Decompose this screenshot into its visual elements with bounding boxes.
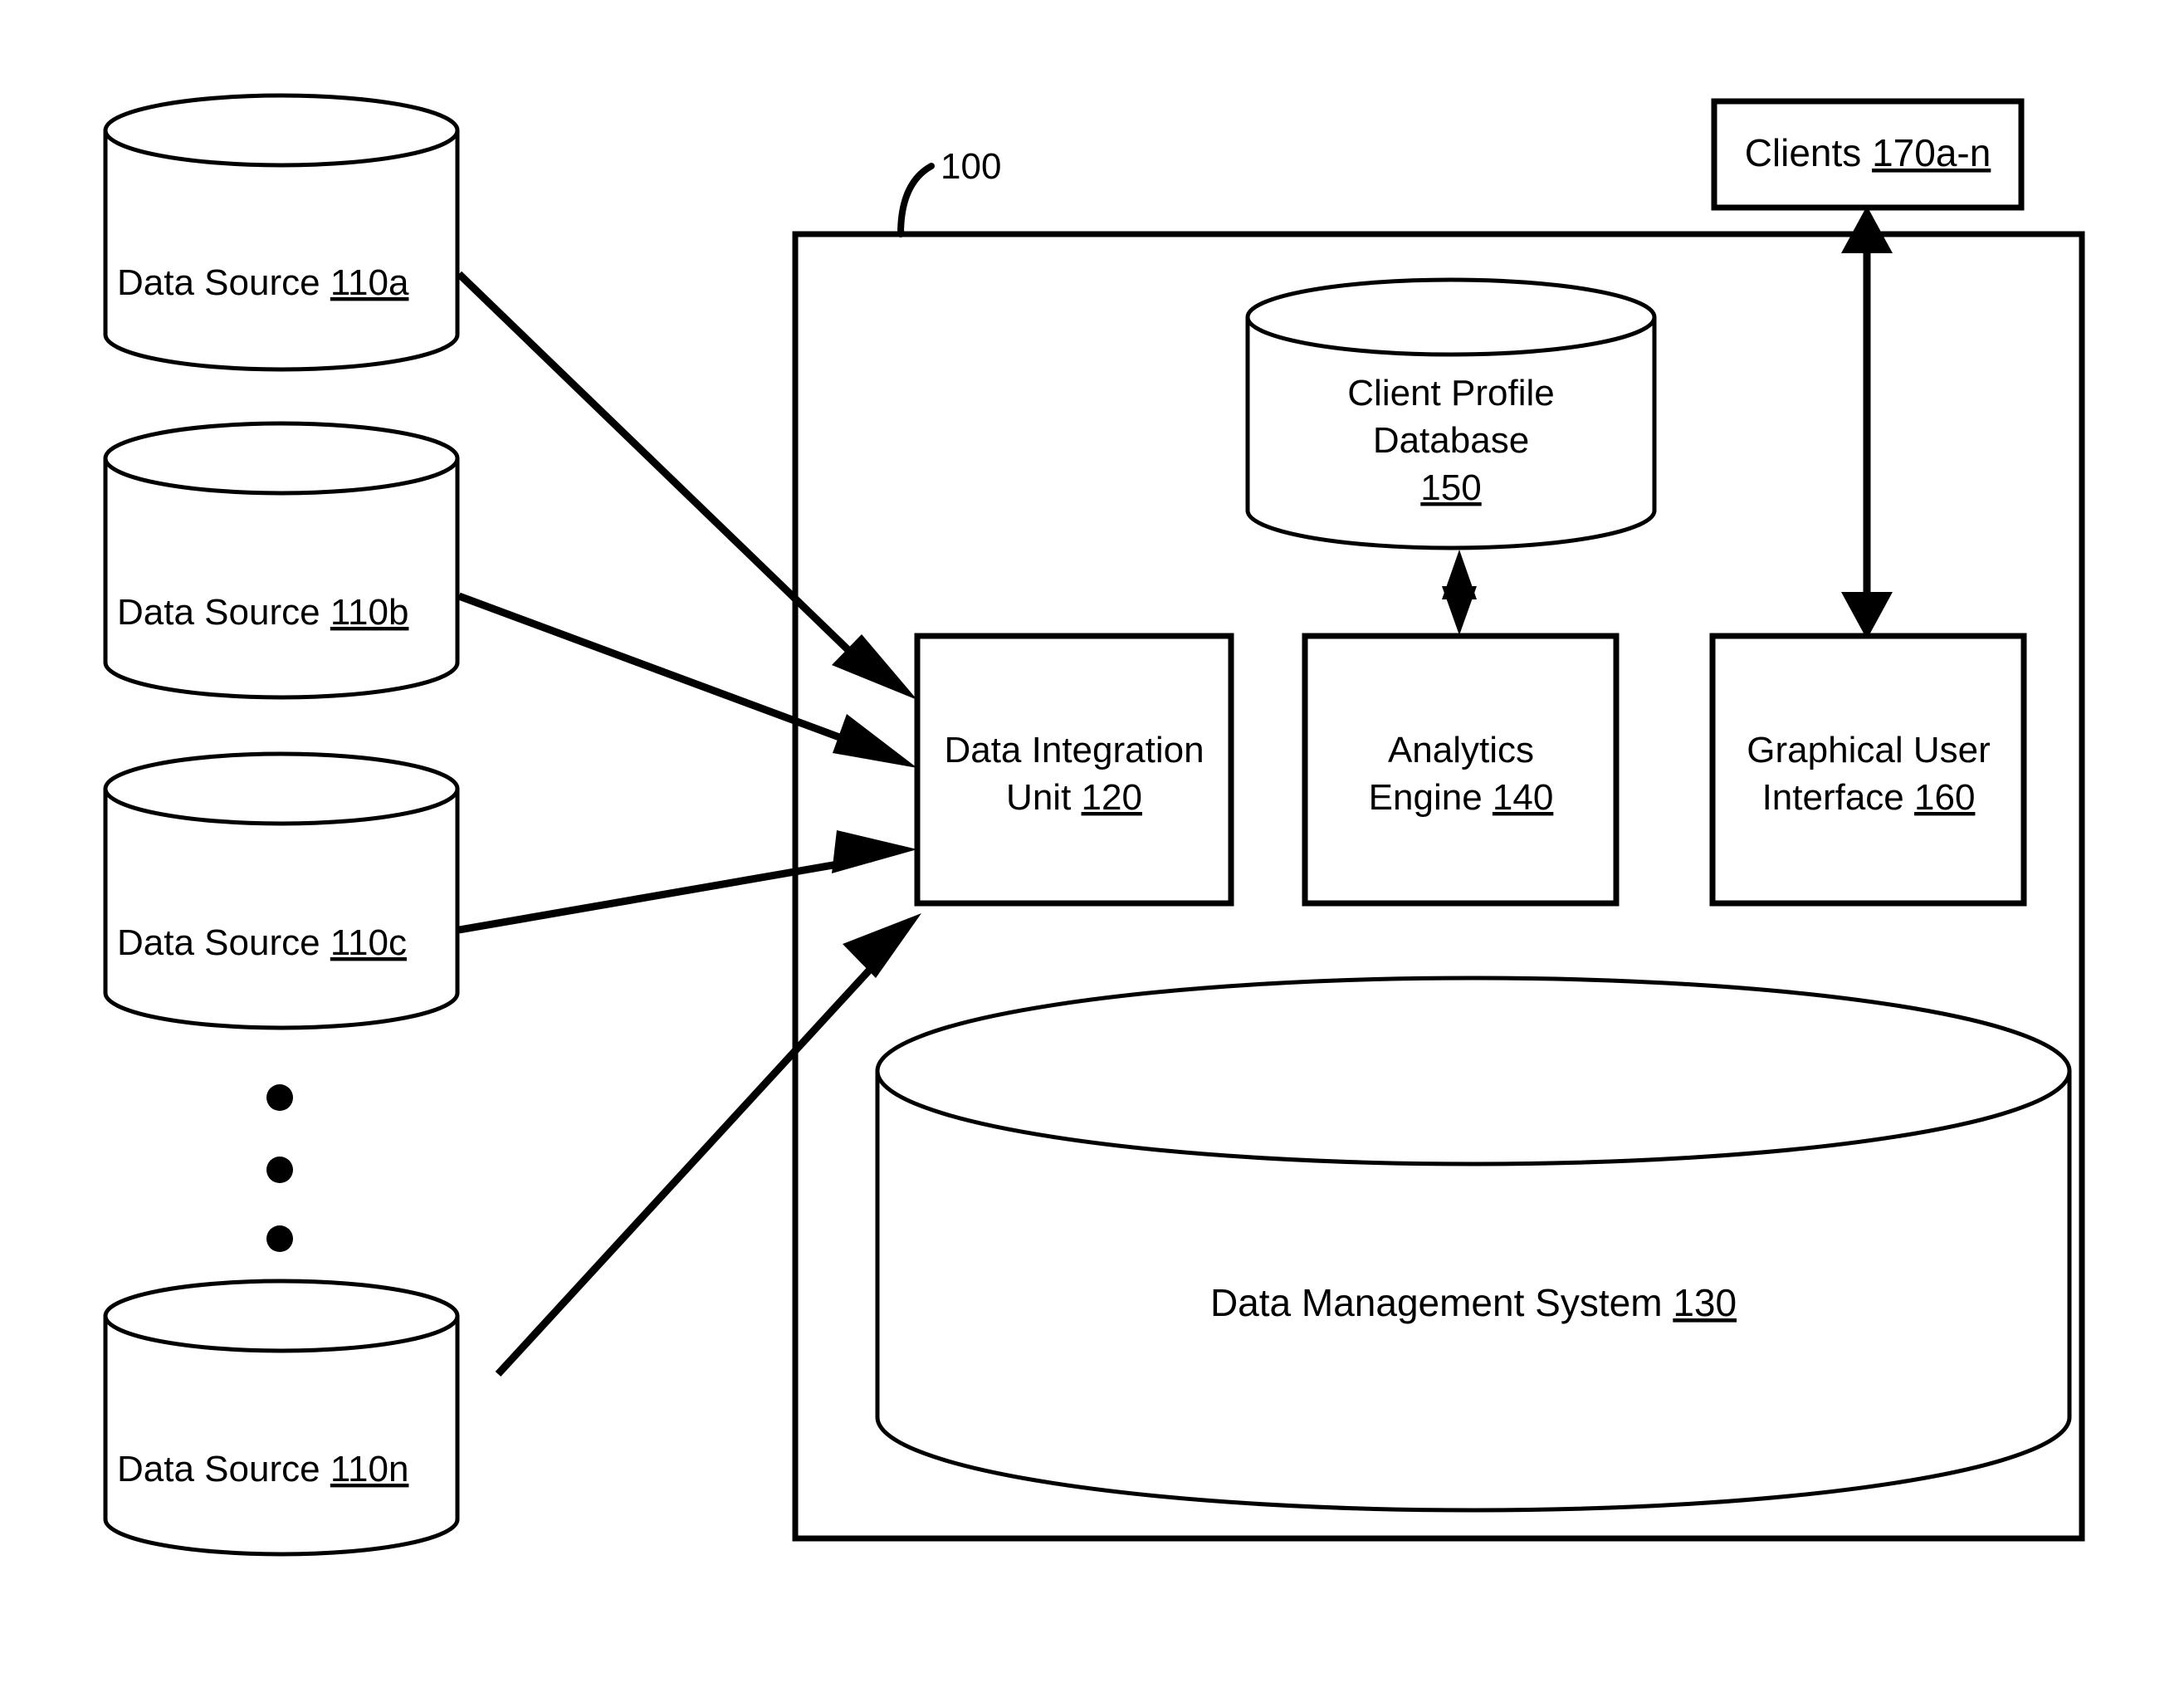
- clients-ref: 170a-n: [1872, 131, 1991, 174]
- diu-line2: Unit 120: [1006, 777, 1142, 818]
- gui-line1: Graphical User: [1747, 730, 1990, 770]
- arrow-shaft: [457, 592, 872, 753]
- arrow-110b-to-diu: [457, 592, 917, 768]
- ellipsis-dot: [266, 1225, 293, 1252]
- analytics-line1: Analytics: [1388, 730, 1534, 770]
- data-source-name: Data Source: [117, 1449, 320, 1489]
- data-source-name: Data Source: [117, 922, 320, 963]
- arrow-head-up: [1841, 206, 1893, 253]
- data-source-ref: 110n: [330, 1449, 409, 1489]
- analytics-line2-text: Engine: [1369, 777, 1483, 818]
- arrow-110n-to-diu: [495, 913, 921, 1377]
- data-integration-unit-box: Data Integration Unit 120: [914, 633, 1234, 907]
- data-source-ref: 110a: [330, 262, 409, 303]
- double-arrow-clients-gui: [1841, 206, 1893, 639]
- client-profile-database-150: Client Profile Database 150: [1245, 277, 1657, 550]
- cpdb-ref: 150: [1420, 467, 1481, 508]
- arrow-head: [833, 714, 917, 768]
- data-source-110c-label: Data Source 110c: [117, 922, 407, 963]
- data-management-system-130: Data Management System 130: [875, 976, 2072, 1513]
- analytics-engine-box: Analytics Engine 140: [1302, 633, 1620, 907]
- vertical-ellipsis: [266, 1084, 293, 1252]
- dms-text: Data Management System: [1210, 1281, 1663, 1324]
- arrow-head: [843, 913, 921, 978]
- cylinder-top: [875, 976, 2072, 1166]
- diu-ref: 120: [1082, 777, 1142, 818]
- arrow-shaft: [458, 854, 872, 934]
- data-source-110a: Data Source 110a: [103, 93, 460, 372]
- data-source-110n: Data Source 110n: [103, 1279, 460, 1557]
- gui-ref: 160: [1914, 777, 1975, 818]
- data-source-name: Data Source: [117, 262, 320, 303]
- arrow-110c-to-diu: [458, 830, 917, 934]
- cpdb-line2: Database: [1373, 420, 1529, 461]
- reference-numeral-100: 100: [941, 146, 1001, 187]
- cylinder-top: [1245, 277, 1657, 357]
- data-source-110n-label: Data Source 110n: [117, 1449, 408, 1489]
- diu-line2-text: Unit: [1006, 777, 1071, 818]
- data-source-ref: 110b: [330, 592, 409, 633]
- data-source-name: Data Source: [117, 592, 320, 633]
- reference-leader-100: [897, 163, 935, 237]
- dms-ref: 130: [1673, 1281, 1737, 1324]
- diu-line1: Data Integration: [944, 730, 1204, 770]
- arrow-shaft: [456, 271, 877, 677]
- arrow-head-down: [1841, 592, 1893, 639]
- clients-label: Clients 170a-n: [1745, 131, 1991, 174]
- data-source-110c: Data Source 110c: [103, 751, 460, 1030]
- data-source-110b-label: Data Source 110b: [117, 592, 408, 633]
- analytics-line2: Engine 140: [1369, 777, 1554, 818]
- dms-label: Data Management System 130: [1210, 1281, 1737, 1324]
- clients-text: Clients: [1745, 131, 1862, 174]
- cylinder-top: [103, 1279, 460, 1353]
- graphical-user-interface-box: Graphical User Interface 160: [1709, 633, 2027, 907]
- cpdb-line1: Client Profile: [1347, 373, 1554, 413]
- system-architecture-diagram: 100 Data Source 110a Data Source 110b Da…: [103, 93, 2085, 1557]
- cylinder-top: [103, 93, 460, 168]
- double-arrow-cpdb-analytics: [1442, 550, 1477, 635]
- gui-line2: Interface 160: [1762, 777, 1976, 818]
- clients-box: Clients 170a-n: [1711, 98, 2025, 211]
- arrow-shaft: [495, 949, 889, 1377]
- data-source-110a-label: Data Source 110a: [117, 262, 409, 303]
- cylinder-top: [103, 751, 460, 826]
- analytics-ref: 140: [1493, 777, 1553, 818]
- arrow-head: [832, 830, 917, 873]
- ellipsis-dot: [266, 1157, 293, 1183]
- patent-figure: 100 Data Source 110a Data Source 110b Da…: [0, 0, 2184, 1697]
- ellipsis-dot: [266, 1084, 293, 1111]
- cylinder-top: [103, 421, 460, 496]
- gui-line2-text: Interface: [1762, 777, 1904, 818]
- data-source-110b: Data Source 110b: [103, 421, 460, 700]
- arrow-head-down: [1442, 586, 1477, 635]
- data-source-ref: 110c: [330, 922, 407, 963]
- arrow-110a-to-diu: [456, 271, 917, 700]
